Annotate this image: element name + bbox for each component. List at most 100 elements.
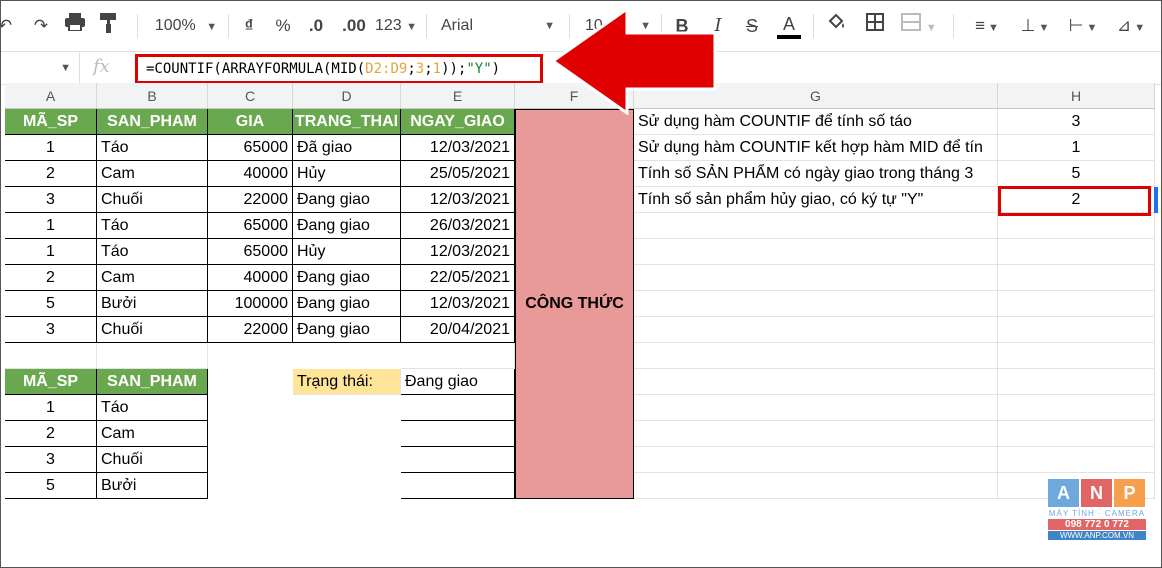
empty-cell[interactable] (634, 343, 998, 369)
empty-cell[interactable] (634, 213, 998, 239)
column-header-e[interactable]: E (401, 83, 515, 109)
table-cell[interactable]: Đang giao (293, 213, 401, 239)
table-cell[interactable]: 22/05/2021 (401, 265, 515, 291)
empty-cell[interactable] (998, 291, 1155, 317)
fill-color-icon[interactable] (825, 13, 849, 39)
table-cell[interactable]: 65000 (208, 213, 293, 239)
question-result[interactable]: 3 (998, 109, 1155, 135)
question-text[interactable]: Sử dụng hàm COUNTIF kết hợp hàm MID để t… (634, 135, 998, 161)
table-cell[interactable]: Hủy (293, 239, 401, 265)
empty-cell[interactable] (634, 447, 998, 473)
vertical-align-icon[interactable]: ⊥ ▼ (1015, 13, 1055, 39)
column-header-h[interactable]: H (998, 83, 1155, 109)
table-cell[interactable]: 12/03/2021 (401, 239, 515, 265)
table-cell[interactable]: Táo (97, 213, 208, 239)
table-cell[interactable]: 40000 (208, 265, 293, 291)
table-cell[interactable]: 25/05/2021 (401, 161, 515, 187)
table-cell[interactable]: 12/03/2021 (401, 135, 515, 161)
table-cell[interactable]: 3 (5, 317, 97, 343)
table-cell[interactable]: Cam (97, 161, 208, 187)
selection-handle[interactable] (1154, 187, 1158, 213)
table-cell[interactable]: Táo (97, 239, 208, 265)
table-cell[interactable]: 12/03/2021 (401, 291, 515, 317)
column-header-b[interactable]: B (97, 83, 208, 109)
table-cell[interactable]: Đang giao (293, 317, 401, 343)
empty-cell[interactable] (634, 239, 998, 265)
table-cell[interactable]: 100000 (208, 291, 293, 317)
empty-cell[interactable] (401, 395, 515, 421)
font-select[interactable]: Arial ▼ (441, 13, 559, 39)
empty-cell[interactable] (634, 421, 998, 447)
merge-cells-icon[interactable]: ▼ (899, 13, 939, 39)
table-cell[interactable]: Cam (97, 265, 208, 291)
empty-cell[interactable] (998, 421, 1155, 447)
formula-input[interactable]: =COUNTIF(ARRAYFORMULA(MID(D2:D9;3;1));"Y… (135, 54, 543, 84)
table-cell[interactable]: Chuối (97, 317, 208, 343)
status-label[interactable]: Trạng thái: (293, 369, 401, 395)
text-wrap-icon[interactable]: ⊢ ▼ (1063, 13, 1103, 39)
empty-cell[interactable] (5, 343, 97, 369)
table-cell[interactable]: 2 (5, 421, 97, 447)
table-cell[interactable]: 26/03/2021 (401, 213, 515, 239)
table-cell[interactable]: 12/03/2021 (401, 187, 515, 213)
empty-cell[interactable] (998, 265, 1155, 291)
redo-icon[interactable]: ↷ (29, 13, 53, 39)
status-value[interactable]: Đang giao (401, 369, 515, 395)
table-cell[interactable]: 2 (5, 161, 97, 187)
table-cell[interactable]: Táo (97, 395, 208, 421)
print-icon[interactable] (63, 13, 87, 39)
table-cell[interactable]: 1 (5, 239, 97, 265)
text-color-button[interactable]: A (775, 13, 803, 39)
paint-format-icon[interactable] (97, 13, 121, 39)
empty-cell[interactable] (401, 447, 515, 473)
table-cell[interactable]: Bưởi (97, 291, 208, 317)
table2-header[interactable]: MÃ_SP (5, 369, 97, 395)
question-result[interactable]: 5 (998, 161, 1155, 187)
column-header-d[interactable]: D (293, 83, 401, 109)
table-cell[interactable]: 65000 (208, 135, 293, 161)
empty-cell[interactable] (401, 473, 515, 499)
table-cell[interactable]: 22000 (208, 187, 293, 213)
table-cell[interactable]: 22000 (208, 317, 293, 343)
empty-cell[interactable] (998, 317, 1155, 343)
empty-cell[interactable] (634, 317, 998, 343)
table-cell[interactable]: Đã giao (293, 135, 401, 161)
more-formats-button[interactable]: 123 ▼ (373, 13, 419, 39)
formula-label-cell[interactable]: CÔNG THỨC (515, 109, 634, 499)
decrease-decimal-button[interactable]: .0 (303, 13, 329, 39)
increase-decimal-button[interactable]: .00 (339, 13, 369, 39)
empty-cell[interactable] (998, 213, 1155, 239)
empty-cell[interactable] (634, 369, 998, 395)
empty-cell[interactable] (634, 395, 998, 421)
table1-header[interactable]: NGAY_GIAO (401, 109, 515, 135)
table-cell[interactable]: 2 (5, 265, 97, 291)
table-cell[interactable]: 20/04/2021 (401, 317, 515, 343)
table-cell[interactable]: 40000 (208, 161, 293, 187)
column-header-c[interactable]: C (208, 83, 293, 109)
table-cell[interactable]: Táo (97, 135, 208, 161)
question-text[interactable]: Tính số SẢN PHẨM có ngày giao trong thán… (634, 161, 998, 187)
table-cell[interactable]: 65000 (208, 239, 293, 265)
name-box[interactable]: ▼ (1, 52, 80, 84)
empty-cell[interactable] (401, 421, 515, 447)
table-cell[interactable]: Đang giao (293, 291, 401, 317)
table-cell[interactable]: 5 (5, 473, 97, 499)
empty-cell[interactable] (998, 239, 1155, 265)
table-cell[interactable]: Cam (97, 421, 208, 447)
zoom-select[interactable]: 100% ▼ (151, 13, 221, 39)
table1-header[interactable]: TRANG_THAI (293, 109, 401, 135)
empty-cell[interactable] (401, 343, 515, 369)
undo-icon[interactable]: ↶ (1, 13, 15, 39)
table-cell[interactable]: Chuối (97, 187, 208, 213)
table-cell[interactable]: 1 (5, 135, 97, 161)
table-cell[interactable]: Chuối (97, 447, 208, 473)
table1-header[interactable]: SAN_PHAM (97, 109, 208, 135)
table1-header[interactable]: MÃ_SP (5, 109, 97, 135)
empty-cell[interactable] (634, 473, 998, 499)
empty-cell[interactable] (97, 343, 208, 369)
empty-cell[interactable] (998, 369, 1155, 395)
empty-cell[interactable] (634, 291, 998, 317)
table-cell[interactable]: 5 (5, 291, 97, 317)
question-result[interactable]: 1 (998, 135, 1155, 161)
strikethrough-button[interactable]: S (741, 13, 763, 39)
